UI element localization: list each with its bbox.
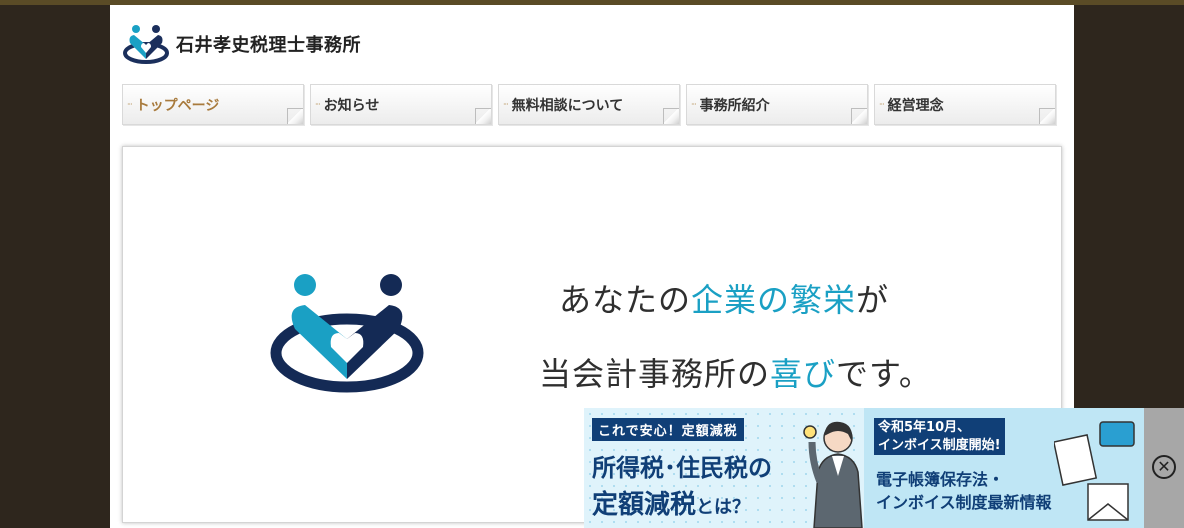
site-logo[interactable]: 石井孝史税理士事務所 xyxy=(122,23,361,65)
ad-headline-tail: とは？ xyxy=(696,497,751,518)
page-curl-icon xyxy=(851,108,867,124)
businesswoman-illustration-icon xyxy=(803,421,863,528)
site-name: 石井孝史税理士事務所 xyxy=(176,35,361,56)
nav-bullet-icon: ··· xyxy=(503,100,509,109)
ad-date-line: 令和5年10月、 xyxy=(878,420,971,435)
nav-item-label: トップページ xyxy=(135,97,220,114)
heart-people-logo-icon xyxy=(270,274,424,393)
nav-bullet-icon: ··· xyxy=(127,100,133,109)
nav-item-label: 経営理念 xyxy=(887,97,944,114)
page-curl-icon xyxy=(1039,108,1055,124)
hero-text: です。 xyxy=(836,355,932,393)
page-curl-icon xyxy=(663,108,679,124)
hero-text: 当会計事務所の xyxy=(539,355,771,393)
main-nav: ··· トップページ ··· お知らせ ··· 無料相談について ··· 事務所… xyxy=(122,84,1056,125)
ad-date-line: インボイス制度開始! xyxy=(878,437,1001,453)
hero-text: あなたの xyxy=(559,281,692,319)
ad-info-text: 電子帳簿保存法・ インボイス制度最新情報 xyxy=(876,468,1052,514)
ad-headline-2: 定額減税とは？ xyxy=(592,484,750,521)
nav-item-news[interactable]: ··· お知らせ xyxy=(310,84,492,125)
nav-item-label: 無料相談について xyxy=(511,97,624,114)
ad-right-panel: 令和5年10月、 インボイス制度開始! 電子帳簿保存法・ インボイス制度最新情報 xyxy=(864,408,1144,528)
nav-item-philosophy[interactable]: ··· 経営理念 xyxy=(874,84,1056,125)
page-curl-icon xyxy=(287,108,303,124)
nav-bullet-icon: ··· xyxy=(315,100,321,109)
ad-date-badge: 令和5年10月、 インボイス制度開始! xyxy=(874,418,1005,456)
nav-bullet-icon: ··· xyxy=(691,100,697,109)
nav-item-office-intro[interactable]: ··· 事務所紹介 xyxy=(686,84,868,125)
nav-item-free-consultation[interactable]: ··· 無料相談について xyxy=(498,84,680,125)
hero-highlight: 喜び xyxy=(770,355,837,393)
ad-badge: これで安心！定額減税 xyxy=(592,418,744,441)
ad-left-panel: これで安心！定額減税 所得税･住民税の 定額減税とは？ xyxy=(584,408,864,528)
page-curl-icon xyxy=(475,108,491,124)
hero-text: が xyxy=(856,281,890,319)
ad-banner[interactable]: これで安心！定額減税 所得税･住民税の 定額減税とは？ 令和5年10月、 インボ… xyxy=(584,408,1184,528)
heart-people-logo-icon xyxy=(123,25,169,64)
nav-bullet-icon: ··· xyxy=(879,100,885,109)
ad-info-line: 電子帳簿保存法・ xyxy=(876,470,1005,489)
ad-headline-1: 所得税･住民税の xyxy=(592,454,772,482)
nav-item-label: お知らせ xyxy=(323,97,380,114)
ad-info-line: インボイス制度最新情報 xyxy=(876,493,1052,513)
nav-item-label: 事務所紹介 xyxy=(699,97,770,114)
hero-tagline-line2: 当会計事務所の喜びです。 xyxy=(539,349,932,395)
documents-illustration-icon xyxy=(1054,421,1135,521)
ad-close-area: ✕ xyxy=(1144,408,1184,528)
ad-headline-main: 定額減税 xyxy=(592,490,697,520)
close-circle-icon[interactable]: ✕ xyxy=(1152,455,1176,479)
nav-item-top-page[interactable]: ··· トップページ xyxy=(122,84,304,125)
hero-highlight: 企業の繁栄 xyxy=(691,281,857,319)
hero-tagline-line1: あなたの企業の繁栄が xyxy=(559,275,889,321)
